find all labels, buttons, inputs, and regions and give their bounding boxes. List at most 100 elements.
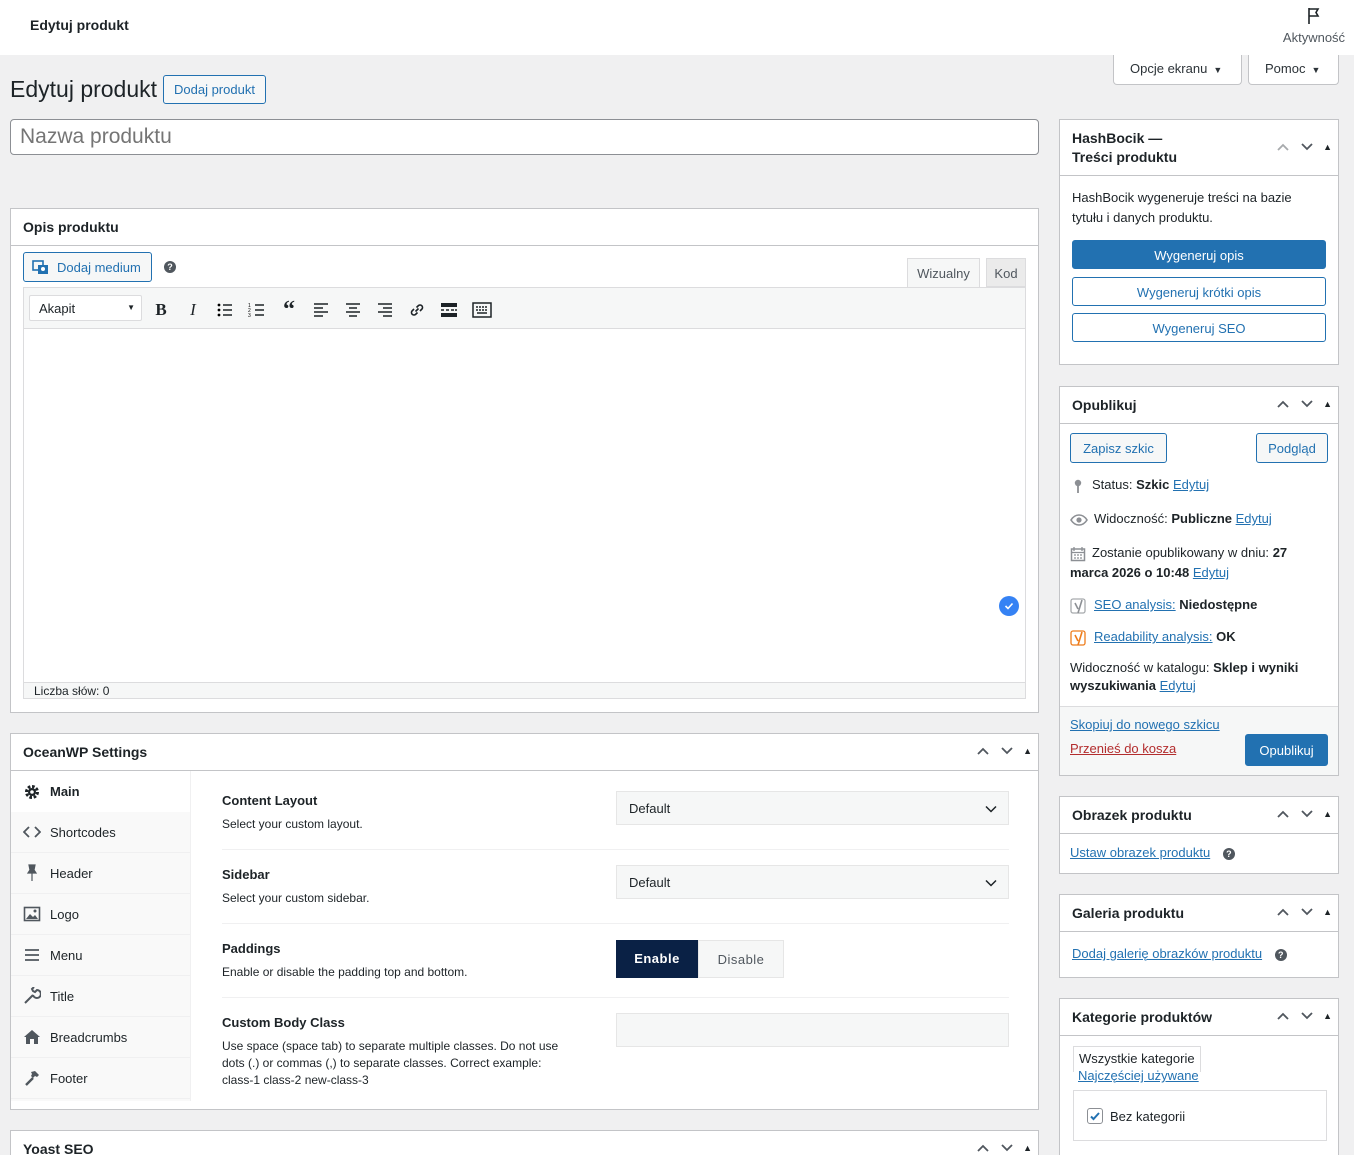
chevron-up-icon[interactable] [1275,1008,1291,1024]
product-name-input[interactable] [10,119,1039,155]
chevron-up-icon[interactable] [975,743,991,759]
edit-visibility-link[interactable]: Edytuj [1236,511,1272,526]
toggle-triangle-icon[interactable]: ▲ [1323,806,1332,822]
toggle-triangle-icon[interactable]: ▲ [1023,743,1032,759]
oceanwp-tab-header[interactable]: Header [11,853,190,894]
oceanwp-tab-title[interactable]: Title [11,976,190,1017]
tab-popular-categories[interactable]: Najczęściej używane [1078,1068,1199,1083]
copy-to-draft-link[interactable]: Skopiuj do nowego szkicu [1070,717,1220,732]
top-bar: Edytuj produkt Aktywność [0,0,1354,55]
help-icon[interactable]: ? [1274,948,1287,961]
toggle-triangle-icon[interactable]: ▲ [1323,139,1332,155]
generate-description-button[interactable]: Wygeneruj opis [1072,240,1326,269]
generate-short-description-button[interactable]: Wygeneruj krótki opis [1072,277,1326,306]
product-image-title: Obrazek produktu [1072,807,1192,823]
calendar-icon [1070,546,1086,561]
readability-analysis-link[interactable]: Readability analysis: [1094,629,1213,644]
chevron-down-icon [985,805,997,813]
add-gallery-images-link[interactable]: Dodaj galerię obrazków produktu [1072,946,1262,961]
bullet-list-icon[interactable] [216,301,234,319]
oceanwp-tab-shortcodes[interactable]: Shortcodes [11,812,190,853]
add-media-label: Dodaj medium [57,259,141,275]
custom-body-class-input[interactable] [616,1013,1009,1047]
toggle-triangle-icon[interactable]: ▲ [1023,1140,1032,1155]
oceanwp-tab-label: Header [50,865,93,881]
set-product-image-link[interactable]: Ustaw obrazek produktu [1070,845,1210,860]
oceanwp-tab-logo[interactable]: Logo [11,894,190,935]
chevron-up-icon[interactable] [975,1140,991,1155]
toggle-triangle-icon[interactable]: ▲ [1323,904,1332,920]
publish-button[interactable]: Opublikuj [1245,734,1328,766]
catalog-visibility-label: Widoczność w katalogu: [1070,660,1210,675]
sidebar-select[interactable]: Default [616,865,1009,899]
keyboard-icon[interactable] [472,301,492,319]
publish-actions: Skopiuj do nowego szkicu Przenieś do kos… [1060,706,1338,775]
edit-status-link[interactable]: Edytuj [1173,477,1209,492]
description-box-header: Opis produktu [11,209,1038,246]
chevron-down-icon[interactable] [1299,904,1315,920]
generate-seo-button[interactable]: Wygeneruj SEO [1072,313,1326,342]
align-left-icon[interactable] [312,301,330,319]
add-product-button[interactable]: Dodaj produkt [163,75,266,104]
oceanwp-tab-label: Logo [50,906,79,922]
code-icon [23,823,41,841]
chevron-up-icon[interactable] [1275,904,1291,920]
chevron-down-icon[interactable] [1299,1008,1315,1024]
visibility-value: Publiczne [1171,511,1233,526]
read-more-icon[interactable] [440,301,458,319]
chevron-up-icon[interactable] [1275,806,1291,822]
help-icon[interactable]: ? [1222,847,1235,860]
edit-catalog-visibility-link[interactable]: Edytuj [1160,678,1196,693]
help-icon[interactable]: ? [164,261,176,273]
add-media-button[interactable]: Dodaj medium [23,252,152,282]
field-content-layout: Content Layout Select your custom layout… [222,793,562,833]
quote-icon[interactable]: “ [280,298,298,322]
chevron-up-icon[interactable] [1275,139,1291,155]
link-icon[interactable] [408,301,426,319]
hammer-icon [23,1069,41,1087]
catalog-visibility-row: Widoczność w katalogu: Sklep i wyniki wy… [1070,659,1332,695]
gear-icon [23,783,41,801]
product-image-header: Obrazek produktu ▲ [1060,797,1338,834]
oceanwp-tab-footer[interactable]: Footer [11,1058,190,1099]
bold-icon[interactable]: B [152,300,170,320]
paddings-disable-button[interactable]: Disable [698,940,784,978]
align-center-icon[interactable] [344,301,362,319]
help-button[interactable]: Pomoc ▼ [1248,55,1339,85]
toggle-triangle-icon[interactable]: ▲ [1323,1008,1332,1024]
tab-code[interactable]: Kod [986,258,1026,287]
preview-button[interactable]: Podgląd [1256,433,1328,463]
oceanwp-tab-main[interactable]: Main [11,771,190,812]
save-draft-button[interactable]: Zapisz szkic [1070,433,1167,463]
chevron-down-icon[interactable] [999,743,1015,759]
tab-visual[interactable]: Wizualny [907,258,980,288]
chevron-down-icon[interactable] [1299,139,1315,155]
paddings-enable-button[interactable]: Enable [616,940,698,978]
align-right-icon[interactable] [376,301,394,319]
italic-icon[interactable]: I [184,300,202,320]
toggle-triangle-icon[interactable]: ▲ [1323,396,1332,412]
numbered-list-icon[interactable]: 123 [248,301,266,319]
chevron-down-icon[interactable] [1299,806,1315,822]
content-layout-select[interactable]: Default [616,791,1009,825]
screen-options-button[interactable]: Opcje ekranu ▼ [1113,55,1242,85]
checkbox-checked[interactable] [1087,1108,1103,1124]
category-list: Bez kategorii [1073,1090,1327,1141]
move-to-trash-link[interactable]: Przenieś do kosza [1070,741,1176,756]
yoast-seo-title: Yoast SEO [23,1141,94,1155]
oceanwp-tab-breadcrumbs[interactable]: Breadcrumbs [11,1017,190,1058]
grammar-check-icon[interactable] [999,596,1019,616]
image-icon [23,905,41,923]
format-select[interactable]: Akapit ▼ [29,295,142,321]
chevron-down-icon[interactable] [999,1140,1015,1155]
product-categories-title: Kategorie produktów [1072,1009,1213,1025]
oceanwp-tab-menu[interactable]: Menu [11,935,190,976]
chevron-up-icon[interactable] [1275,396,1291,412]
activity-button[interactable]: Aktywność [1274,6,1354,45]
category-item[interactable]: Bez kategorii [1087,1108,1185,1124]
seo-analysis-link[interactable]: SEO analysis: [1094,597,1176,612]
status-label: Status: [1092,477,1133,492]
edit-schedule-link[interactable]: Edytuj [1193,565,1229,580]
description-box-title: Opis produktu [23,219,119,235]
chevron-down-icon[interactable] [1299,396,1315,412]
